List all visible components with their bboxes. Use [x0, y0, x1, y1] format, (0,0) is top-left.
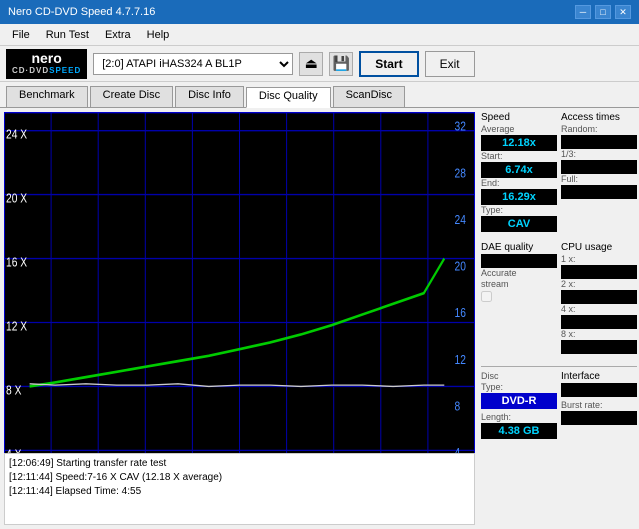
start-label: Start: [481, 151, 557, 161]
burst-value: ​ [561, 411, 637, 425]
tab-scan-disc[interactable]: ScanDisc [333, 86, 405, 107]
average-value: 12.18x [481, 135, 557, 151]
menu-help[interactable]: Help [139, 27, 178, 43]
accurate-checkbox[interactable] [481, 291, 492, 302]
disc-type-sub: Type: [481, 382, 557, 392]
svg-text:16: 16 [455, 305, 467, 321]
exit-button[interactable]: Exit [425, 51, 475, 77]
svg-text:20: 20 [455, 258, 467, 274]
third-label: 1/3: [561, 149, 637, 159]
cpu-1x-label: 1 x: [561, 254, 637, 264]
svg-text:24 X: 24 X [6, 126, 27, 142]
title-bar: Nero CD-DVD Speed 4.7.7.16 ─ □ ✕ [0, 0, 639, 24]
tab-bar: Benchmark Create Disc Disc Info Disc Qua… [0, 82, 639, 108]
log-area: [12:06:49] Starting transfer rate test [… [4, 453, 475, 525]
type-label: Type: [481, 205, 557, 215]
tab-disc-quality[interactable]: Disc Quality [246, 87, 331, 108]
right-panel: Speed Average 12.18x Start: 6.74x End: 1… [479, 108, 639, 529]
svg-text:8: 8 [455, 398, 461, 414]
end-label: End: [481, 178, 557, 188]
svg-text:24: 24 [455, 212, 467, 228]
svg-text:8 X: 8 X [6, 382, 21, 398]
window-controls: ─ □ ✕ [575, 5, 631, 19]
log-line-1: [12:06:49] Starting transfer rate test [9, 457, 470, 471]
svg-text:12 X: 12 X [6, 318, 27, 334]
burst-label: Burst rate: [561, 400, 637, 410]
random-label: Random: [561, 124, 637, 134]
random-value: ​ [561, 135, 637, 149]
svg-text:20 X: 20 X [6, 190, 27, 206]
start-button[interactable]: Start [359, 51, 418, 77]
svg-text:28: 28 [455, 165, 467, 181]
tab-disc-info[interactable]: Disc Info [175, 86, 244, 107]
cpu-4x-label: 4 x: [561, 304, 637, 314]
tab-create-disc[interactable]: Create Disc [90, 86, 173, 107]
accurate-stream-checkbox [481, 291, 557, 302]
disc-length-value: 4.38 GB [481, 423, 557, 439]
access-times-label: Access times [561, 112, 637, 123]
cpu-label: CPU usage [561, 242, 637, 253]
maximize-button[interactable]: □ [595, 5, 611, 19]
menu-bar: File Run Test Extra Help [0, 24, 639, 46]
cpu-4x-value: ​ [561, 315, 637, 329]
menu-extra[interactable]: Extra [97, 27, 139, 43]
chart-log-panel: 24 X 20 X 16 X 12 X 8 X 4 X 32 28 24 20 … [4, 112, 475, 525]
interface-label: Interface [561, 371, 637, 382]
minimize-button[interactable]: ─ [575, 5, 591, 19]
main-content: 24 X 20 X 16 X 12 X 8 X 4 X 32 28 24 20 … [0, 108, 639, 529]
log-line-3: [12:11:44] Elapsed Time: 4:55 [9, 485, 470, 499]
disc-type-label: Disc [481, 371, 557, 381]
svg-text:12: 12 [455, 351, 466, 367]
third-value: ​ [561, 160, 637, 174]
nero-brand: nero [31, 51, 61, 66]
cpu-1x-value: ​ [561, 265, 637, 279]
cpu-usage-right: CPU usage 1 x: ​ 2 x: ​ 4 x: ​ 8 x: ​ [561, 242, 637, 354]
svg-text:32: 32 [455, 118, 466, 134]
app-title: Nero CD-DVD Speed 4.7.7.16 [8, 6, 155, 18]
cpu-8x-label: 8 x: [561, 329, 637, 339]
close-button[interactable]: ✕ [615, 5, 631, 19]
disc-type-value: DVD-R [481, 393, 557, 409]
interface-burst-group: Interface ​ Burst rate: ​ [561, 371, 637, 439]
tab-benchmark[interactable]: Benchmark [6, 86, 88, 107]
drive-selector[interactable]: [2:0] ATAPI iHAS324 A BL1P [93, 53, 293, 75]
svg-text:16 X: 16 X [6, 254, 27, 270]
speed-label: Speed [481, 112, 557, 123]
eject-icon[interactable]: ⏏ [299, 52, 323, 76]
log-line-2: [12:11:44] Speed:7-16 X CAV (12.18 X ave… [9, 471, 470, 485]
end-value: 16.29x [481, 189, 557, 205]
toolbar: nero CD·DVDSPEED [2:0] ATAPI iHAS324 A B… [0, 46, 639, 82]
average-sublabel: Average [481, 124, 557, 134]
dae-quality-value: ​ [481, 254, 557, 268]
speed-stats: Speed Average 12.18x Start: 6.74x End: 1… [481, 112, 557, 232]
type-value: CAV [481, 216, 557, 232]
accurate-label: Accurate [481, 268, 557, 278]
cpu-2x-label: 2 x: [561, 279, 637, 289]
full-label: Full: [561, 174, 637, 184]
start-value: 6.74x [481, 162, 557, 178]
disc-type-group: Disc Type: DVD-R Length: 4.38 GB [481, 371, 557, 439]
stream-label: stream [481, 279, 557, 289]
nero-logo: nero CD·DVDSPEED [6, 49, 87, 79]
cpu-usage: DAE quality ​ Accurate stream [481, 242, 557, 354]
disc-length-label: Length: [481, 412, 557, 422]
save-icon[interactable]: 💾 [329, 52, 353, 76]
menu-run-test[interactable]: Run Test [38, 27, 97, 43]
interface-value: ​ [561, 383, 637, 397]
access-times: Access times Random: ​ 1/3: ​ Full: ​ [561, 112, 637, 232]
cpu-2x-value: ​ [561, 290, 637, 304]
menu-file[interactable]: File [4, 27, 38, 43]
full-value: ​ [561, 185, 637, 199]
cpu-8x-value: ​ [561, 340, 637, 354]
dae-quality-label: DAE quality [481, 242, 557, 253]
